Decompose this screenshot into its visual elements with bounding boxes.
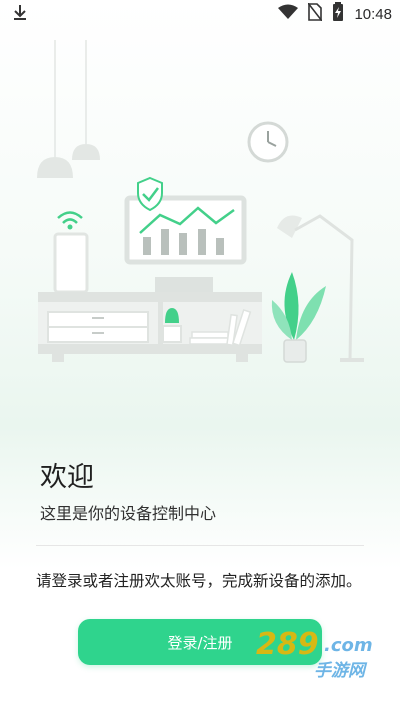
- wifi-icon: [278, 4, 299, 24]
- login-register-button[interactable]: 登录/注册: [78, 619, 322, 665]
- tv-chart-icon: [124, 195, 247, 292]
- battery-charging-icon: [332, 2, 344, 26]
- svg-text:.com: .com: [324, 635, 373, 656]
- welcome-title: 欢迎: [40, 462, 94, 493]
- status-bar: 10:48: [0, 0, 400, 28]
- divider: [36, 545, 364, 546]
- welcome-subtitle: 这里是你的设备控制中心: [40, 504, 217, 523]
- router-icon: [53, 211, 89, 294]
- instructions-text: 请登录或者注册欢太账号，完成新设备的添加。: [36, 572, 362, 590]
- wall-clock-icon: [247, 121, 289, 163]
- no-sim-icon: [307, 2, 324, 25]
- pendant-lamp-icon: [37, 40, 100, 178]
- status-left: [12, 3, 28, 25]
- download-icon: [12, 3, 28, 25]
- svg-text:手游网: 手游网: [314, 661, 368, 681]
- plant-icon: [271, 272, 326, 363]
- status-time: 10:48: [354, 5, 392, 23]
- tv-cabinet-icon: [38, 292, 262, 362]
- status-right: 10:48: [278, 2, 392, 26]
- home-illustration: [37, 40, 364, 363]
